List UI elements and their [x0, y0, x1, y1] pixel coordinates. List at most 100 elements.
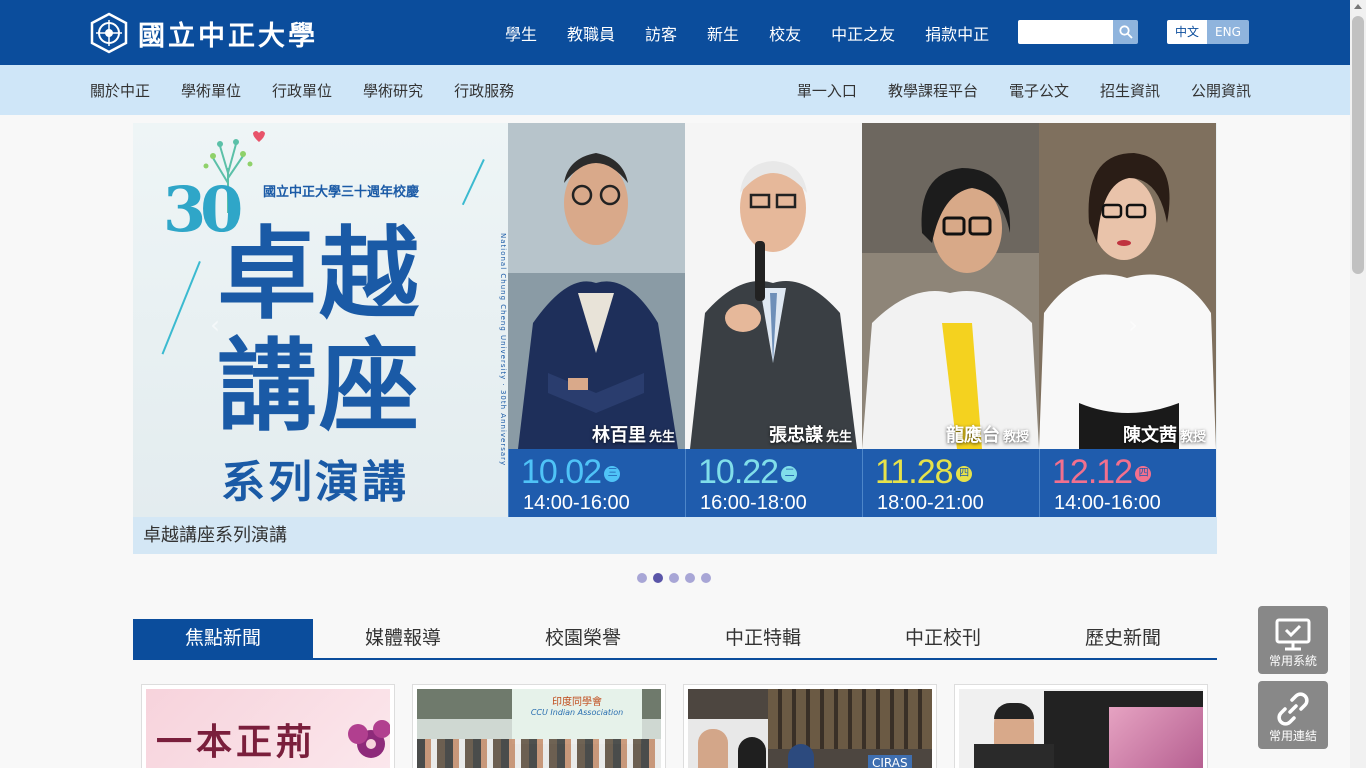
banner-vertical-text: National Chung Cheng University · 30th A… [499, 233, 507, 467]
carousel-dots [637, 573, 711, 583]
page-scrollbar[interactable] [1350, 0, 1366, 768]
subnav-single-sign-on[interactable]: 單一入口 [797, 80, 857, 101]
carousel-dot-2[interactable] [653, 573, 663, 583]
speaker-time: 16:00-18:00 [700, 492, 807, 514]
tab-ccu-features[interactable]: 中正特輯 [673, 619, 853, 658]
news-card[interactable] [954, 684, 1208, 768]
nav-alumni[interactable]: 校友 [754, 21, 816, 45]
speaker-date: 10.02 三 [521, 453, 621, 492]
news-card[interactable]: 一本正荊 [141, 684, 395, 768]
decor-line [161, 261, 201, 355]
news-card-text: 印度同學會 [552, 697, 602, 708]
subnav-admissions[interactable]: 招生資訊 [1100, 80, 1160, 101]
date-panel: 12.12 四 14:00-16:00 [1039, 449, 1216, 517]
speaker-panel: 林百里 先生 10.02 三 14:00-16:00 [508, 123, 685, 517]
monitor-check-icon [1275, 618, 1311, 651]
speaker-date: 10.22 二 [698, 453, 798, 492]
date-panel: 10.02 三 14:00-16:00 [508, 449, 685, 517]
speaker-name: 林百里 先生 [591, 425, 675, 446]
subnav-public-info[interactable]: 公開資訊 [1191, 80, 1251, 101]
subnav-course-platform[interactable]: 教學課程平台 [888, 80, 978, 101]
carousel-prev-arrow[interactable]: ‹ [205, 313, 225, 337]
news-tabs: 焦點新聞 媒體報導 校園榮譽 中正特輯 中正校刊 歷史新聞 [133, 619, 1217, 660]
tab-focus-news[interactable]: 焦點新聞 [133, 619, 313, 658]
subnav-academic-units[interactable]: 學術單位 [181, 80, 241, 101]
common-systems-label: 常用系統 [1268, 654, 1317, 668]
banner-caption[interactable]: 卓越講座系列演講 [133, 517, 1217, 554]
nav-donate[interactable]: 捐款中正 [910, 21, 1004, 45]
nav-students[interactable]: 學生 [490, 21, 552, 45]
speaker-panel: 張忠謀 先生 10.22 二 16:00-18:00 [685, 123, 862, 517]
nav-staff[interactable]: 教職員 [552, 21, 630, 45]
top-nav: 學生 教職員 訪客 新生 校友 中正之友 捐款中正 [490, 0, 1004, 65]
subnav-admin-units[interactable]: 行政單位 [272, 80, 332, 101]
tab-ccu-journal[interactable]: 中正校刊 [853, 619, 1033, 658]
banner-main-title: 卓越 講座 [217, 218, 421, 442]
lang-zh-button[interactable]: 中文 [1167, 20, 1208, 44]
banner-title-panel: 30 國立中正大學三十週年校慶 卓越 講座 系列演講 National Chun… [133, 123, 508, 517]
speaker-name: 張忠謀 先生 [768, 425, 852, 446]
tab-campus-honors[interactable]: 校園榮譽 [493, 619, 673, 658]
speaker-photo [862, 123, 1039, 449]
tab-history-news[interactable]: 歷史新聞 [1033, 619, 1213, 658]
speaker-photo [685, 123, 862, 449]
carousel-next-arrow[interactable]: › [1123, 313, 1143, 337]
tab-media-reports[interactable]: 媒體報導 [313, 619, 493, 658]
subnav-right: 單一入口 教學課程平台 電子公文 招生資訊 公開資訊 [797, 65, 1251, 115]
banner-carousel[interactable]: 30 國立中正大學三十週年校慶 卓越 講座 系列演講 National Chun… [133, 123, 1217, 517]
link-icon [1277, 692, 1309, 726]
banner-subtitle: 系列演講 [221, 457, 409, 508]
news-card-text: 一本正荊 [156, 721, 317, 763]
carousel-dot-1[interactable] [637, 573, 647, 583]
speaker-date: 12.12 四 [1052, 453, 1152, 492]
top-header: 國立中正大學 學生 教職員 訪客 新生 校友 中正之友 捐款中正 中文 ENG [0, 0, 1350, 65]
banner-title-line2: 講座 [217, 327, 421, 445]
speaker-name: 陳文茜 教授 [1122, 425, 1206, 446]
lang-en-button[interactable]: ENG [1207, 20, 1249, 44]
speaker-time: 14:00-16:00 [1054, 492, 1161, 514]
search-box [1018, 20, 1138, 44]
news-card-image: CIRAS [688, 689, 932, 768]
nav-friends[interactable]: 中正之友 [816, 21, 910, 45]
common-links-label: 常用連結 [1268, 729, 1317, 743]
search-icon [1118, 25, 1133, 39]
scroll-thumb[interactable] [1352, 16, 1364, 274]
speaker-photo [508, 123, 685, 449]
speaker-name: 龍應台 教授 [945, 425, 1029, 446]
language-switch: 中文 ENG [1167, 20, 1249, 44]
date-panel: 11.28 四 18:00-21:00 [862, 449, 1039, 517]
carousel-dot-4[interactable] [685, 573, 695, 583]
sub-nav-bar: 關於中正 學術單位 行政單位 學術研究 行政服務 單一入口 教學課程平台 電子公… [0, 65, 1350, 115]
news-card[interactable]: 印度同學會 CCU Indian Association [412, 684, 666, 768]
carousel-dot-3[interactable] [669, 573, 679, 583]
carousel-dot-5[interactable] [701, 573, 711, 583]
subnav-left: 關於中正 學術單位 行政單位 學術研究 行政服務 [90, 65, 514, 115]
news-card-image: 一本正荊 [146, 689, 390, 768]
emblem-icon [90, 12, 128, 54]
news-card-text: CIRAS [868, 755, 912, 768]
common-systems-button[interactable]: 常用系統 [1258, 606, 1328, 674]
anniversary-title: 國立中正大學三十週年校慶 [263, 185, 420, 200]
subnav-research[interactable]: 學術研究 [363, 80, 423, 101]
search-button[interactable] [1113, 20, 1138, 44]
speaker-time: 14:00-16:00 [523, 492, 630, 514]
speaker-date: 11.28 四 [875, 453, 972, 492]
date-panel: 10.22 二 16:00-18:00 [685, 449, 862, 517]
banner-title-line1: 卓越 [217, 215, 421, 333]
scroll-up-arrow-icon[interactable] [1354, 4, 1362, 9]
common-links-button[interactable]: 常用連結 [1258, 681, 1328, 749]
nav-freshmen[interactable]: 新生 [692, 21, 754, 45]
logo-text: 國立中正大學 [138, 20, 318, 52]
speaker-panel: 龍應台 教授 11.28 四 18:00-21:00 [862, 123, 1039, 517]
nav-visitors[interactable]: 訪客 [630, 21, 692, 45]
decor-line [461, 159, 485, 206]
university-logo[interactable]: 國立中正大學 [88, 11, 318, 55]
subnav-e-documents[interactable]: 電子公文 [1009, 80, 1069, 101]
news-card-image [959, 689, 1203, 768]
search-input[interactable] [1018, 20, 1113, 44]
news-card[interactable]: CIRAS [683, 684, 937, 768]
news-card-subtext: CCU Indian Association [530, 708, 624, 717]
subnav-about[interactable]: 關於中正 [90, 80, 150, 101]
news-card-image: 印度同學會 CCU Indian Association [417, 689, 661, 768]
subnav-admin-services[interactable]: 行政服務 [454, 80, 514, 101]
